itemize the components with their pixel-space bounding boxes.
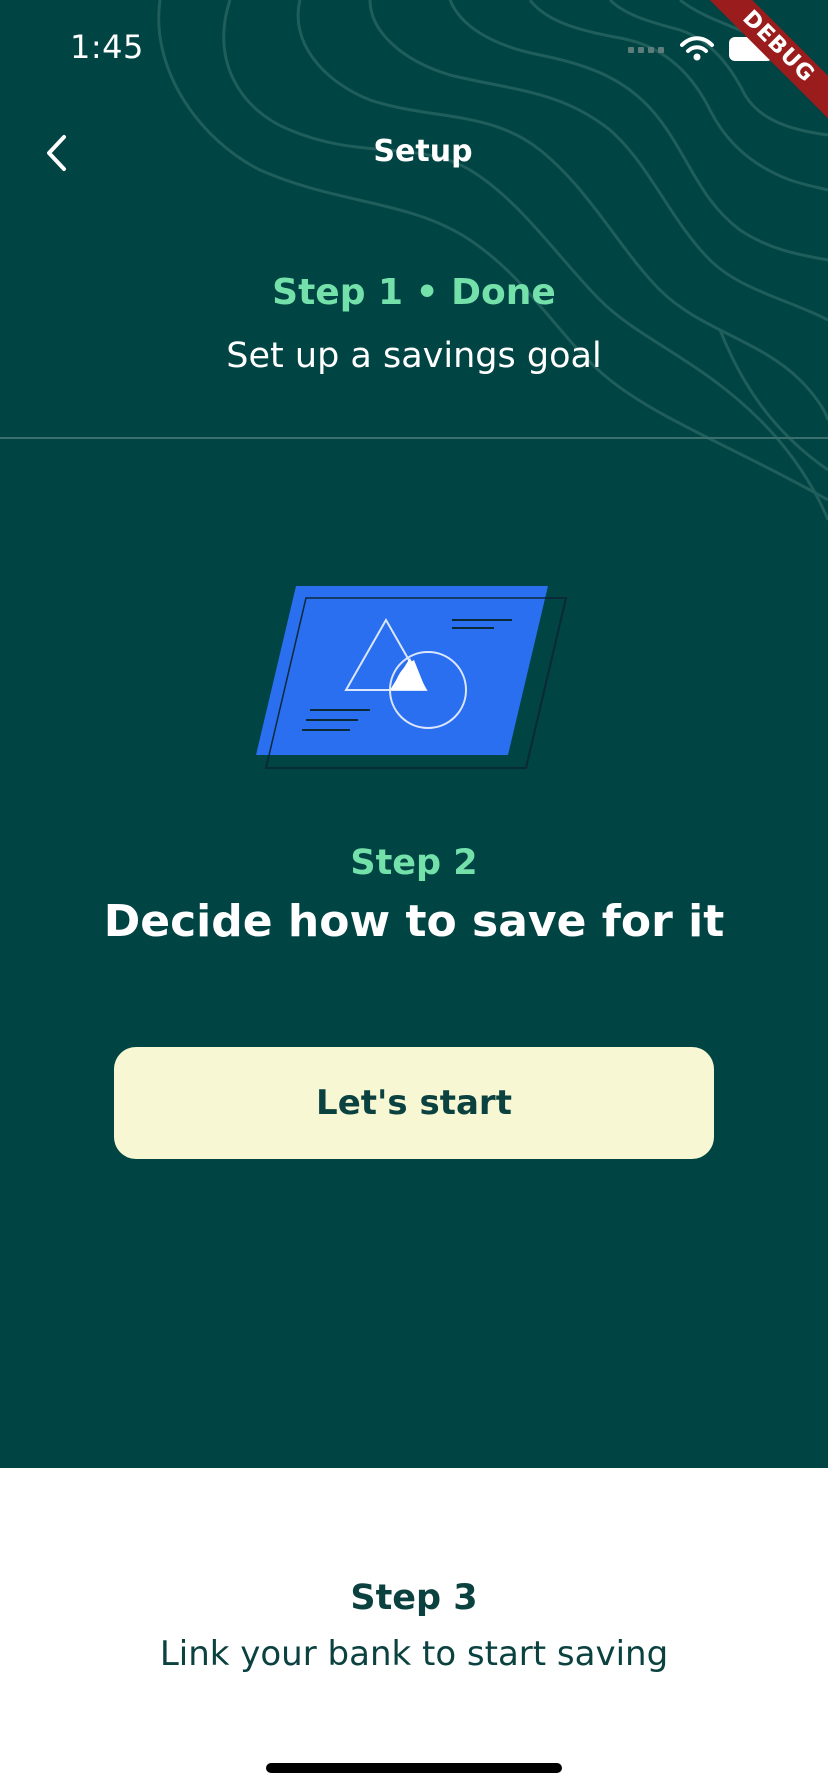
lets-start-button[interactable]: Let's start (114, 1047, 714, 1159)
planning-illustration (256, 586, 568, 769)
step3-description: Link your bank to start saving (159, 1634, 669, 1674)
step2-label: Step 2 (350, 843, 478, 883)
home-indicator[interactable] (266, 1763, 562, 1773)
wifi-icon (680, 36, 714, 61)
step-panel-active: 1:45 DEBUG Setup Step 1 • Done Set up a … (0, 0, 828, 1468)
step3-label: Step 3 (350, 1578, 478, 1618)
cellular-signal-icon (628, 47, 664, 53)
step2-title: Decide how to save for it (103, 896, 725, 947)
section-divider (0, 437, 828, 439)
page-title: Setup (373, 134, 473, 169)
step1-description: Set up a savings goal (226, 336, 602, 376)
status-bar-time: 1:45 (70, 28, 144, 66)
step1-status-label: Step 1 • Done (272, 272, 556, 313)
